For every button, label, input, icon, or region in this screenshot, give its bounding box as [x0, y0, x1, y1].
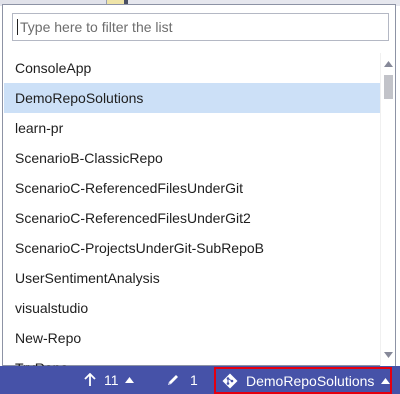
scroll-thumb[interactable] [384, 75, 393, 99]
git-diamond-icon [222, 373, 238, 389]
list-item[interactable]: ScenarioB-ClassicRepo [4, 143, 380, 173]
triangle-up-icon [381, 377, 391, 384]
list-item[interactable]: ScenarioC-ReferencedFilesUnderGit [4, 173, 380, 203]
repository-list: ConsoleApp DemoRepoSolutions learn-pr Scena… [4, 53, 380, 366]
push-commits-button[interactable]: 11 [84, 366, 134, 394]
current-repository-label: DemoRepoSolutions [246, 372, 375, 389]
repository-picker-popup: ConsoleAppDemoRepoSolutionslearn-prScena… [2, 4, 396, 366]
list-item[interactable]: DemoRepoSolutions [4, 83, 380, 113]
filter-box[interactable] [12, 13, 389, 41]
pending-changes-button[interactable]: 1 [166, 366, 198, 394]
list-item[interactable]: ScenarioC-ProjectsUnderGit-SubRepoB [4, 233, 380, 263]
list-item[interactable]: learn-pr [4, 113, 380, 143]
pencil-icon [166, 373, 180, 387]
status-bar: 11 1 DemoRepoSolutions [0, 366, 400, 394]
pending-changes-count: 1 [190, 372, 198, 388]
push-count: 11 [104, 372, 119, 388]
list-item[interactable]: ScenarioC-ReferencedFilesUnderGit2 [4, 203, 380, 233]
scroll-down-arrow-icon[interactable] [381, 348, 396, 362]
current-repository-button[interactable]: DemoRepoSolutions [214, 367, 392, 394]
list-item[interactable]: UserSentimentAnalysis [4, 263, 380, 293]
text-caret [17, 19, 18, 35]
list-scrollbar[interactable] [380, 53, 395, 366]
list-item[interactable]: New-Repo [4, 323, 380, 353]
list-item[interactable]: visualstudio [4, 293, 380, 323]
scroll-up-arrow-icon[interactable] [381, 57, 396, 71]
triangle-up-icon [124, 377, 134, 383]
filter-input[interactable] [20, 15, 388, 39]
list-item[interactable]: TryRepo [4, 353, 380, 366]
list-item[interactable]: ConsoleApp [4, 53, 380, 83]
up-arrow-icon [84, 373, 96, 387]
